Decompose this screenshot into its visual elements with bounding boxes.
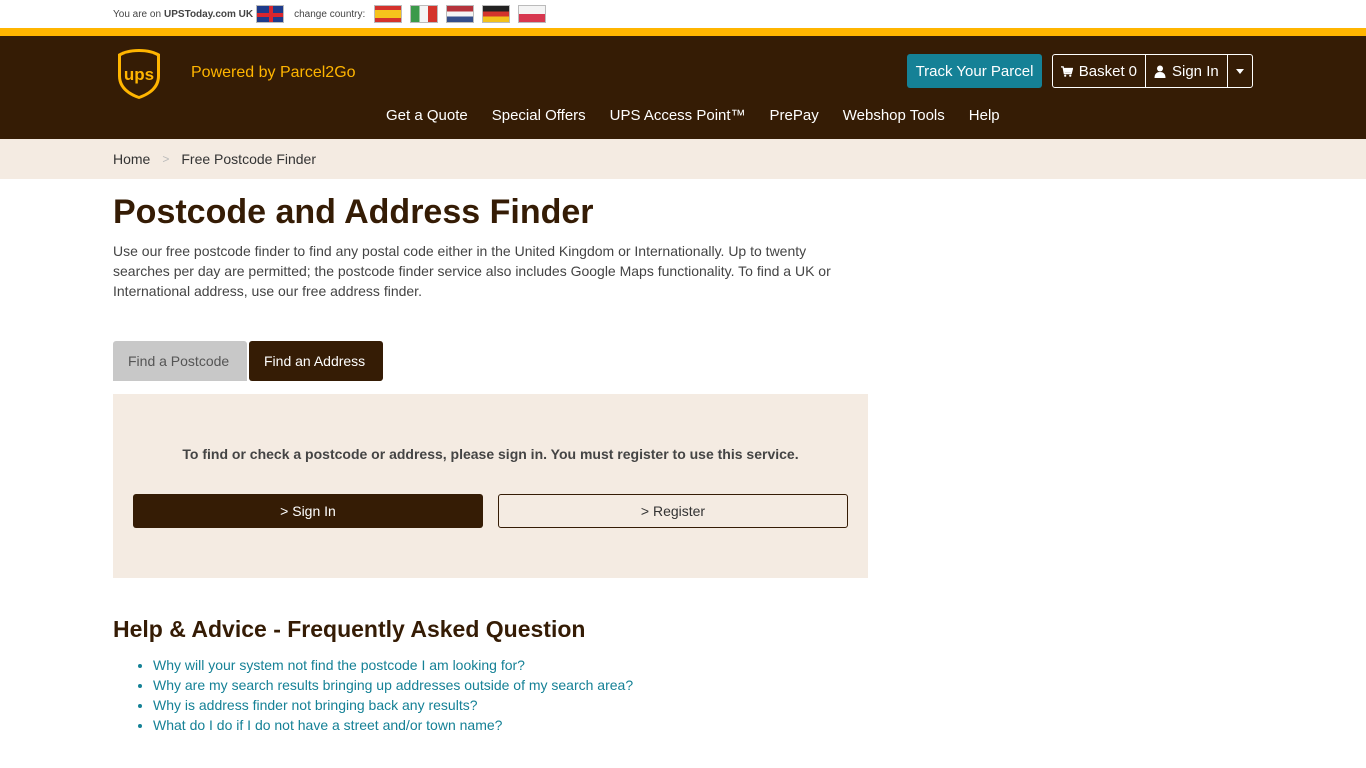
account-dropdown-toggle[interactable] <box>1228 55 1252 87</box>
track-parcel-button[interactable]: Track Your Parcel <box>907 54 1042 88</box>
nav-ups-access-point[interactable]: UPS Access Point™ <box>610 107 746 124</box>
faq-title: Help & Advice - Frequently Asked Questio… <box>113 616 586 642</box>
account-button-group: Basket 0 Sign In <box>1052 54 1253 88</box>
faq-link[interactable]: Why is address finder not bringing back … <box>153 697 478 713</box>
poland-flag-icon[interactable] <box>518 5 547 23</box>
sign-in-button[interactable]: > Sign In <box>133 494 483 528</box>
register-button[interactable]: > Register <box>498 494 848 528</box>
cart-icon <box>1061 65 1073 77</box>
logo-text: ups <box>124 65 154 84</box>
user-icon <box>1154 65 1166 78</box>
site-header: ups Powered by Parcel2Go Track Your Parc… <box>0 36 1366 139</box>
nav-prepay[interactable]: PrePay <box>770 107 819 124</box>
breadcrumb-current: Free Postcode Finder <box>181 151 316 167</box>
faq-link[interactable]: Why are my search results bringing up ad… <box>153 677 633 693</box>
uk-flag-icon <box>256 5 285 23</box>
country-bar: You are on UPSToday.com UK change countr… <box>0 0 1366 28</box>
nav-webshop-tools[interactable]: Webshop Tools <box>843 107 945 124</box>
finder-tabs: Find a Postcode Find an Address <box>113 341 383 381</box>
page-title: Postcode and Address Finder <box>113 193 594 231</box>
header-sign-in-button[interactable]: Sign In <box>1146 55 1228 87</box>
basket-button[interactable]: Basket 0 <box>1053 55 1146 87</box>
faq-item: What do I do if I do not have a street a… <box>153 715 633 735</box>
tab-find-address[interactable]: Find an Address <box>249 341 383 381</box>
location-prefix: You are on <box>113 8 162 20</box>
germany-flag-icon[interactable] <box>482 5 511 23</box>
location-site: UPSToday.com UK <box>164 8 254 20</box>
powered-by-text: Powered by Parcel2Go <box>191 64 356 81</box>
nav-special-offers[interactable]: Special Offers <box>492 107 586 124</box>
faq-item: Why will your system not find the postco… <box>153 655 633 675</box>
chevron-down-icon <box>1236 68 1244 74</box>
faq-link[interactable]: Why will your system not find the postco… <box>153 657 525 673</box>
faq-list: Why will your system not find the postco… <box>153 655 633 735</box>
basket-label: Basket <box>1078 62 1125 80</box>
tab-find-postcode[interactable]: Find a Postcode <box>113 341 247 381</box>
spain-flag-icon[interactable] <box>374 5 403 23</box>
sign-in-message: To find or check a postcode or address, … <box>182 446 799 462</box>
basket-count: 0 <box>1128 62 1137 80</box>
faq-item: Why are my search results bringing up ad… <box>153 675 633 695</box>
accent-line <box>0 28 1366 36</box>
netherlands-flag-icon[interactable] <box>446 5 475 23</box>
intro-text: Use our free postcode finder to find any… <box>113 243 831 299</box>
faq-link[interactable]: What do I do if I do not have a street a… <box>153 717 502 733</box>
nav-help[interactable]: Help <box>969 107 1000 124</box>
italy-flag-icon[interactable] <box>410 5 439 23</box>
nav-get-a-quote[interactable]: Get a Quote <box>386 107 468 124</box>
faq-item: Why is address finder not bringing back … <box>153 695 633 715</box>
change-country-label: change country: <box>294 8 366 20</box>
main-nav: Get a Quote Special Offers UPS Access Po… <box>386 107 1024 124</box>
breadcrumb: Home > Free Postcode Finder <box>0 139 1366 179</box>
ups-logo[interactable]: ups <box>117 48 161 100</box>
sign-in-panel: To find or check a postcode or address, … <box>113 394 868 578</box>
breadcrumb-home[interactable]: Home <box>113 151 150 167</box>
header-sign-in-label: Sign In <box>1172 62 1219 80</box>
breadcrumb-separator: > <box>162 152 170 166</box>
